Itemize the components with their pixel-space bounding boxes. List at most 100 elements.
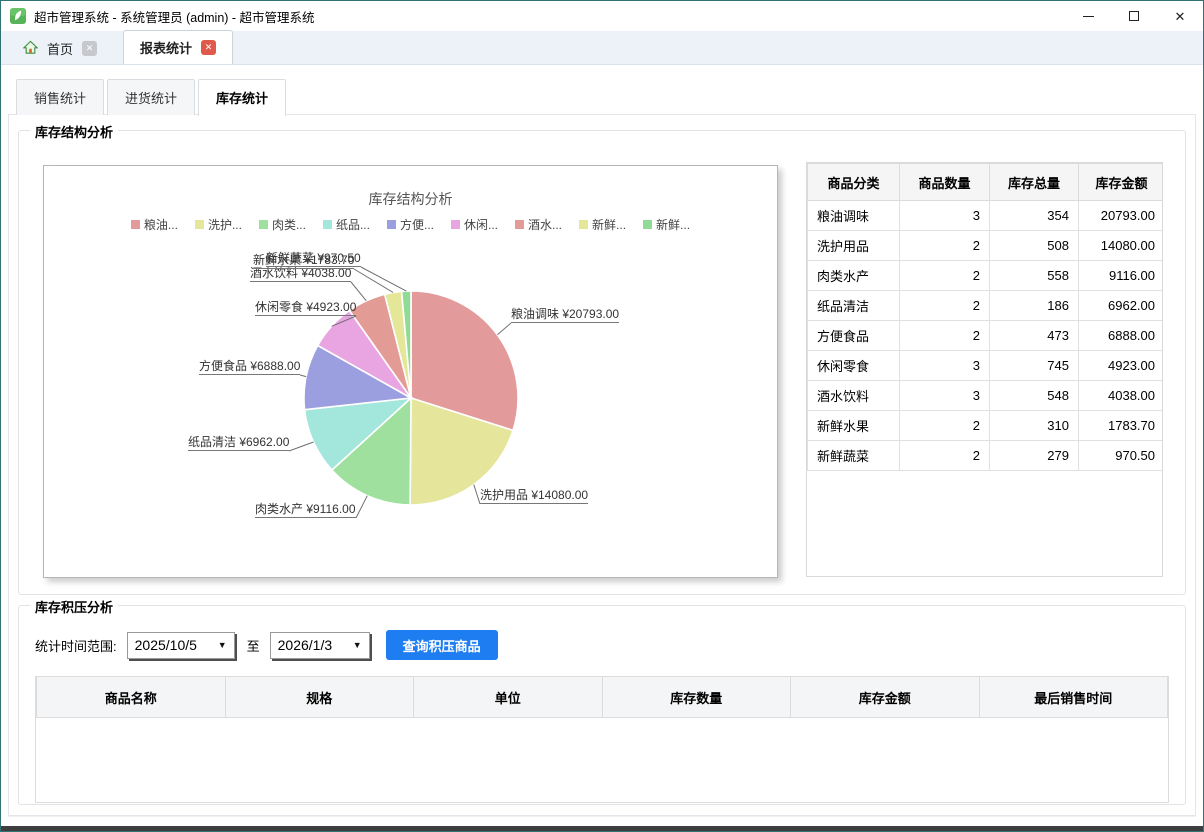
query-stagnant-goods-button[interactable]: 查询积压商品 <box>385 630 498 660</box>
window-bottom-edge <box>1 826 1203 831</box>
stagnation-table-header-cell: 库存数量 <box>601 676 791 718</box>
pie-slice-label: 洗护用品 ¥14080.00 <box>480 488 589 504</box>
table-cell: 2 <box>899 410 990 441</box>
pie-slice-label: 新鲜蔬菜 ¥970.50 <box>266 251 361 267</box>
stagnation-table-header-cell: 单位 <box>413 676 603 718</box>
table-row[interactable]: 纸品清洁 2 186 6962.00 <box>807 290 1162 321</box>
pie-slice-label: 休闲零食 ¥4923.00 <box>255 300 357 316</box>
pie-slice-label: 肉类水产 ¥9116.00 <box>255 502 356 518</box>
stagnation-table-header-cell: 商品名称 <box>36 676 226 718</box>
table-cell: 473 <box>989 320 1079 351</box>
table-cell: 1783.70 <box>1078 410 1162 441</box>
date-range-label: 统计时间范围: <box>35 638 117 654</box>
table-cell: 纸品清洁 <box>807 290 900 321</box>
tab-home-close-icon[interactable]: ✕ <box>82 41 98 56</box>
table-row[interactable]: 新鲜蔬菜 2 279 970.50 <box>807 440 1162 471</box>
structure-table-header-row: 商品分类 商品数量 库存总量 库存金额 <box>807 163 1162 201</box>
pie-slice-label: 粮油调味 ¥20793.00 <box>511 307 620 323</box>
app-icon <box>10 8 26 24</box>
table-cell: 970.50 <box>1078 440 1162 471</box>
table-row[interactable]: 新鲜水果 2 310 1783.70 <box>807 410 1162 441</box>
table-row[interactable]: 洗护用品 2 508 14080.00 <box>807 230 1162 261</box>
table-cell: 2 <box>899 230 990 261</box>
date-from-picker[interactable]: 2025/10/5 ▼ <box>126 631 235 659</box>
table-cell: 3 <box>899 200 990 231</box>
table-cell: 2 <box>899 440 990 471</box>
tab-home[interactable]: 首页 ✕ <box>11 33 109 64</box>
table-cell: 508 <box>989 230 1079 261</box>
table-cell: 3 <box>899 350 990 381</box>
structure-groupbox-title: 库存结构分析 <box>30 122 119 141</box>
window-title: 超市管理系统 - 系统管理员 (admin) - 超市管理系统 <box>34 10 315 25</box>
table-row[interactable]: 酒水饮料 3 548 4038.00 <box>807 380 1162 411</box>
pie-slice-label: 纸品清洁 ¥6962.00 <box>188 435 290 451</box>
table-row[interactable]: 方便食品 2 473 6888.00 <box>807 320 1162 351</box>
table-cell: 14080.00 <box>1078 230 1162 261</box>
tab-report-close-icon[interactable]: ✕ <box>201 40 217 55</box>
date-to-picker[interactable]: 2026/1/3 ▼ <box>269 631 370 659</box>
close-icon: ✕ <box>1174 8 1186 24</box>
table-cell: 酒水饮料 <box>807 380 900 411</box>
structure-table-container: 商品分类 商品数量 库存总量 库存金额 粮油调味 3 354 20793.00 洗护用品 2 50… <box>806 162 1163 577</box>
stagnation-groupbox-title: 库存积压分析 <box>30 597 119 616</box>
table-cell: 新鲜水果 <box>807 410 900 441</box>
table-cell: 186 <box>989 290 1079 321</box>
table-cell: 2 <box>899 260 990 291</box>
structure-table-header-cell: 库存总量 <box>989 163 1079 201</box>
table-cell: 6962.00 <box>1078 290 1162 321</box>
table-row[interactable]: 休闲零食 3 745 4923.00 <box>807 350 1162 381</box>
table-cell: 肉类水产 <box>807 260 900 291</box>
tab-home-label: 首页 <box>47 42 74 57</box>
pie-label-connector-line <box>350 281 367 302</box>
pie-chart-svg <box>288 266 519 519</box>
pie-label-connector-line <box>360 266 407 292</box>
minimize-button[interactable] <box>1065 1 1111 31</box>
table-cell: 新鲜蔬菜 <box>807 440 900 471</box>
home-icon <box>22 40 39 58</box>
table-cell: 6888.00 <box>1078 320 1162 351</box>
tab-purchase-stats[interactable]: 进货统计 <box>107 79 196 115</box>
structure-table-header-cell: 商品数量 <box>899 163 990 201</box>
structure-groupbox: 库存结构分析 库存结构分析 粮油... 洗护... 肉类... 纸品... 方便... 休… <box>18 122 1186 595</box>
pie-label-connector-line <box>288 441 314 452</box>
structure-table: 商品分类 商品数量 库存总量 库存金额 粮油调味 3 354 20793.00 洗护用品 2 50… <box>807 163 1162 471</box>
main-tab-bar: 首页 ✕ 报表统计 ✕ <box>1 30 1203 65</box>
app-window: 超市管理系统 - 系统管理员 (admin) - 超市管理系统 ✕ 首页 ✕ 报… <box>0 0 1204 832</box>
report-sub-tab-bar: 销售统计 进货统计 库存统计 <box>16 79 1196 116</box>
chevron-down-icon: ▼ <box>217 640 227 650</box>
pie-slice-label: 方便食品 ¥6888.00 <box>199 359 301 375</box>
tab-report[interactable]: 报表统计 ✕ <box>123 30 234 64</box>
chevron-down-icon: ▼ <box>352 640 362 650</box>
table-cell: 3 <box>899 380 990 411</box>
tab-inventory-stats[interactable]: 库存统计 <box>198 79 287 116</box>
stagnation-table-header-row: 商品名称 规格 单位 库存数量 库存金额 最后销售时间 <box>36 676 1168 718</box>
table-cell: 方便食品 <box>807 320 900 351</box>
table-row[interactable]: 粮油调味 3 354 20793.00 <box>807 200 1162 231</box>
maximize-button[interactable] <box>1111 1 1157 31</box>
table-cell: 洗护用品 <box>807 230 900 261</box>
table-cell: 2 <box>899 320 990 351</box>
pie-label-connector-line <box>299 374 307 378</box>
stagnation-table: 商品名称 规格 单位 库存数量 库存金额 最后销售时间 <box>36 676 1168 718</box>
table-cell: 4923.00 <box>1078 350 1162 381</box>
table-cell: 休闲零食 <box>807 350 900 381</box>
structure-table-header-cell: 商品分类 <box>807 163 900 201</box>
pie-chart-panel: 库存结构分析 粮油... 洗护... 肉类... 纸品... 方便... 休闲... 酒水.… <box>43 165 778 578</box>
date-to-label: 至 <box>246 638 260 654</box>
table-cell: 558 <box>989 260 1079 291</box>
table-cell: 310 <box>989 410 1079 441</box>
table-cell: 2 <box>899 290 990 321</box>
title-bar: 超市管理系统 - 系统管理员 (admin) - 超市管理系统 ✕ <box>1 1 1203 31</box>
maximize-icon <box>1129 11 1139 21</box>
panel-border-line <box>8 816 1196 817</box>
table-cell: 354 <box>989 200 1079 231</box>
tab-sales-stats[interactable]: 销售统计 <box>16 79 105 115</box>
pie-label-connector-line <box>497 322 512 336</box>
date-from-value: 2025/10/5 <box>134 637 197 653</box>
table-cell: 9116.00 <box>1078 260 1162 291</box>
stagnation-groupbox: 库存积压分析 统计时间范围: 2025/10/5 ▼ 至 2026/1/3 ▼ … <box>18 597 1186 805</box>
table-row[interactable]: 肉类水产 2 558 9116.00 <box>807 260 1162 291</box>
stagnation-table-header-cell: 最后销售时间 <box>978 676 1168 718</box>
stagnation-filter-row: 统计时间范围: 2025/10/5 ▼ 至 2026/1/3 ▼ 查询积压商品 <box>35 630 1185 660</box>
close-button[interactable]: ✕ <box>1157 1 1203 31</box>
